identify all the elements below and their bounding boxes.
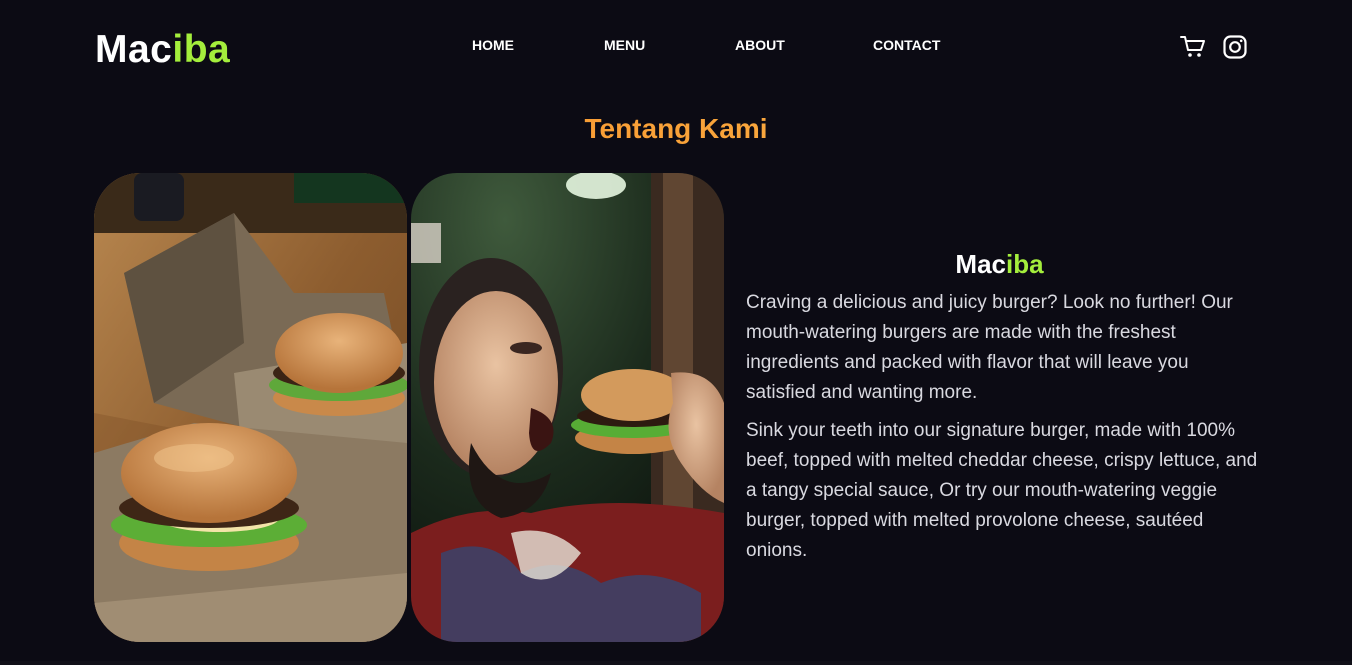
about-content: Maciba Craving a delicious and juicy bur… <box>746 246 1261 574</box>
logo-text-white: Mac <box>95 28 173 71</box>
logo[interactable]: Maciba <box>95 28 230 72</box>
nav-home[interactable]: HOME <box>472 36 514 54</box>
instagram-icon[interactable] <box>1222 34 1248 60</box>
logo-text-green: iba <box>172 28 231 71</box>
man-illustration <box>411 173 724 642</box>
section-title: Tentang Kami <box>0 111 1352 147</box>
man-eating-photo <box>411 173 724 642</box>
burger-photo <box>94 173 407 642</box>
nav-menu[interactable]: MENU <box>604 36 645 54</box>
about-paragraph-1: Craving a delicious and juicy burger? Lo… <box>746 292 1233 403</box>
nav-about[interactable]: ABOUT <box>735 36 785 54</box>
about-paragraph-2: Sink your teeth into our signature burge… <box>746 420 1258 561</box>
burger-illustration <box>94 173 407 642</box>
page: Maciba HOME MENU ABOUT CONTACT Tentang K… <box>0 0 1352 665</box>
about-brand: Maciba <box>746 246 1261 282</box>
nav-contact[interactable]: CONTACT <box>873 36 940 54</box>
about-brand-green: iba <box>1006 249 1044 279</box>
site-header: Maciba HOME MENU ABOUT CONTACT <box>0 0 1352 92</box>
about-brand-white: Mac <box>955 249 1006 279</box>
cart-icon[interactable] <box>1180 34 1206 60</box>
bottom-divider <box>0 661 1352 665</box>
